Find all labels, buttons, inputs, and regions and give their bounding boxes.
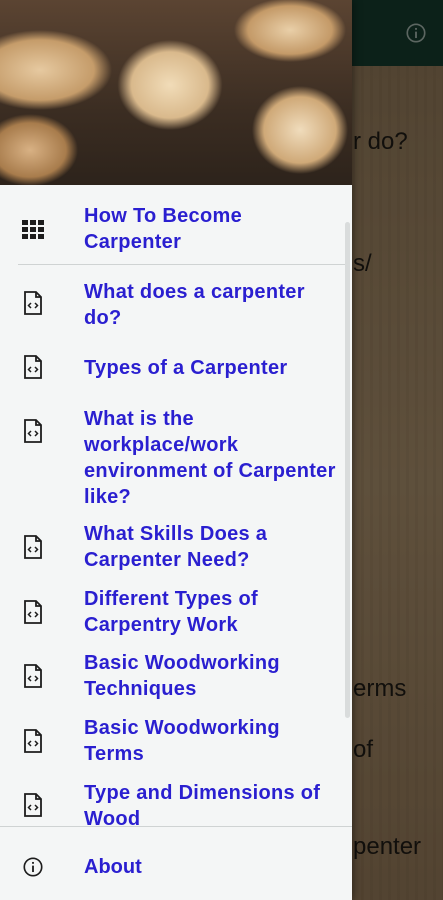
code-file-icon xyxy=(24,600,42,624)
code-file-icon xyxy=(24,291,42,315)
grid-icon xyxy=(22,220,44,239)
menu-item-label: What does a carpenter do? xyxy=(84,281,305,329)
drawer-menu-list[interactable]: How To Become Carpenter What does a carp… xyxy=(0,185,352,825)
menu-item-carpentry-work-types[interactable]: Different Types of Carpentry Work xyxy=(0,586,352,642)
menu-item-woodworking-terms[interactable]: Basic Woodworking Terms xyxy=(0,715,352,771)
menu-divider xyxy=(18,264,348,265)
code-file-icon xyxy=(24,664,42,688)
menu-item-label: What Skills Does a Carpenter Need? xyxy=(84,523,268,571)
about-label: About xyxy=(84,856,142,878)
drawer-header-image xyxy=(0,0,352,185)
menu-item-label: Type and Dimensions of Wood xyxy=(84,782,321,825)
menu-divider xyxy=(0,826,352,827)
info-icon xyxy=(23,857,43,877)
menu-item-label: Basic Woodworking Terms xyxy=(84,717,280,765)
navigation-drawer: How To Become Carpenter What does a carp… xyxy=(0,0,352,900)
menu-item-wood-dimensions[interactable]: Type and Dimensions of Wood xyxy=(0,779,352,825)
menu-item-what-does-carpenter-do[interactable]: What does a carpenter do? xyxy=(0,277,352,335)
menu-item-types-of-carpenter[interactable]: Types of a Carpenter xyxy=(0,355,352,389)
menu-item-label: What is the workplace/work environment o… xyxy=(84,408,336,508)
code-file-icon xyxy=(24,793,42,817)
drawer-scrollbar[interactable] xyxy=(345,222,350,718)
code-file-icon xyxy=(24,355,42,379)
menu-item-woodworking-techniques[interactable]: Basic Woodworking Techniques xyxy=(0,650,352,706)
menu-item-label: Basic Woodworking Techniques xyxy=(84,652,280,700)
menu-item-about[interactable]: About xyxy=(0,842,352,894)
code-file-icon xyxy=(24,729,42,753)
menu-item-skills-needed[interactable]: What Skills Does a Carpenter Need? xyxy=(0,521,352,577)
menu-item-label: Types of a Carpenter xyxy=(84,357,288,379)
code-file-icon xyxy=(24,535,42,559)
menu-item-label: Different Types of Carpentry Work xyxy=(84,588,258,636)
menu-item-how-to-become-carpenter[interactable]: How To Become Carpenter xyxy=(0,201,352,261)
code-file-icon xyxy=(24,419,42,443)
menu-item-label: How To Become Carpenter xyxy=(84,205,242,253)
menu-item-workplace-environment[interactable]: What is the workplace/work environment o… xyxy=(0,405,352,511)
